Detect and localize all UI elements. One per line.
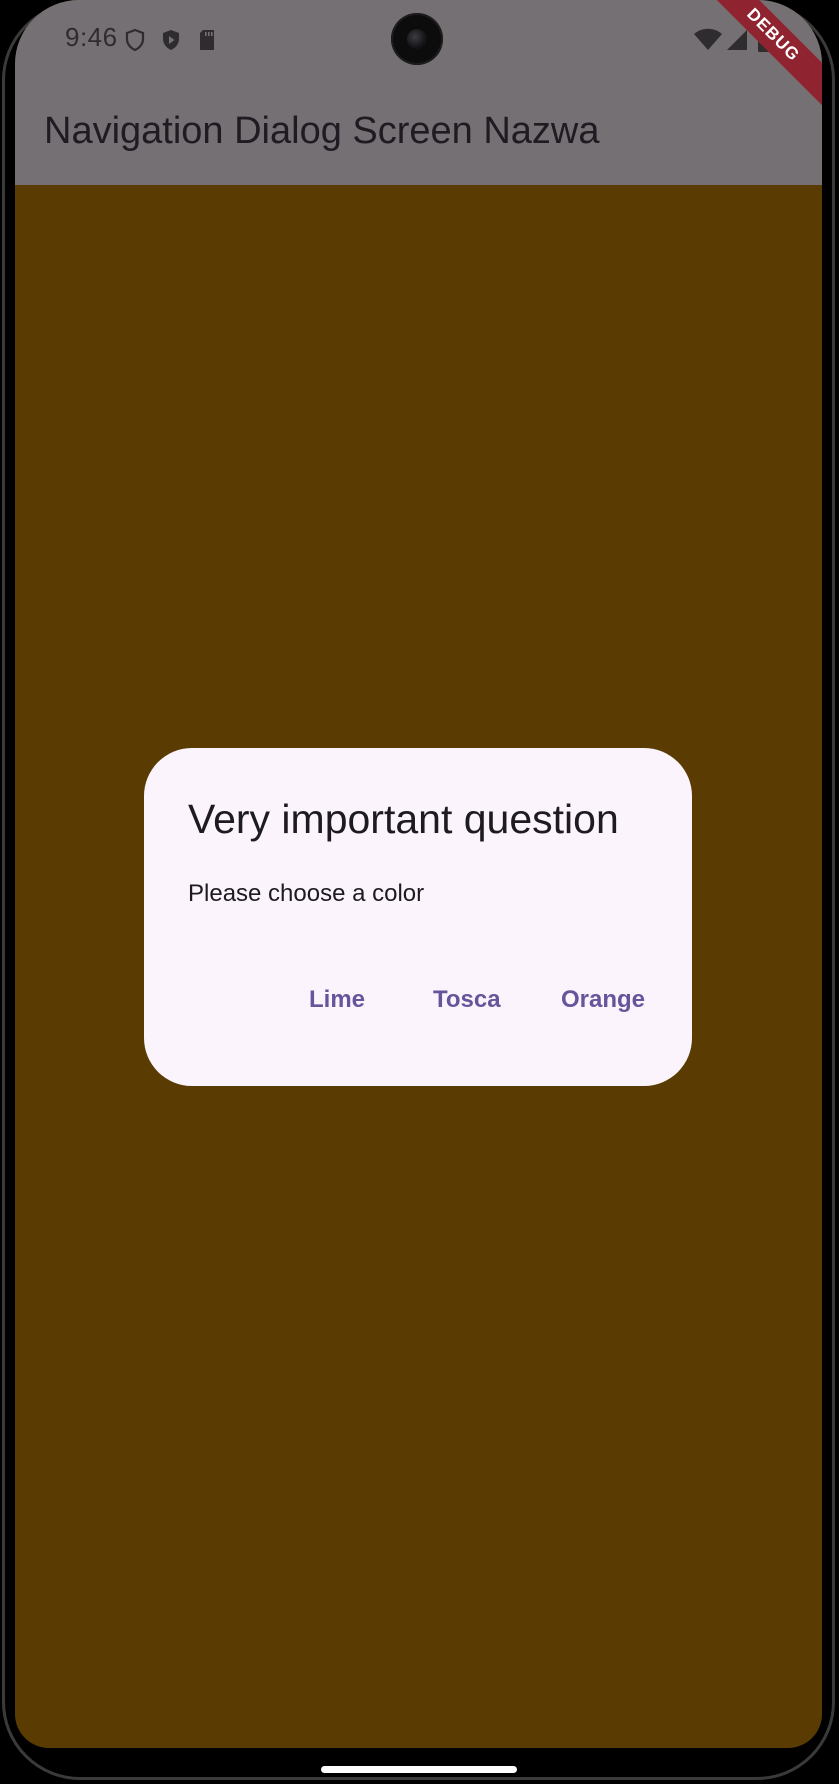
play-protect-icon [159,28,183,52]
tosca-button[interactable]: Tosca [433,980,501,1020]
app-screen: 9:46 Navigation Dialog Screen Nazwa DEBU… [15,0,822,1748]
wifi-icon [693,28,723,52]
phone-frame: 9:46 Navigation Dialog Screen Nazwa DEBU… [0,0,839,1784]
sd-card-icon [195,28,219,52]
alert-dialog: Very important question Please choose a … [144,748,692,1086]
front-camera [391,13,443,65]
status-bar: 9:46 [15,0,822,80]
dialog-content: Please choose a color [188,880,425,907]
lime-button[interactable]: Lime [309,980,365,1020]
shield-icon [123,28,147,52]
home-gesture-bar[interactable] [321,1766,517,1773]
page-title: Navigation Dialog Screen Nazwa [44,110,600,152]
app-bar: 9:46 Navigation Dialog Screen Nazwa [15,0,822,185]
cell-signal-icon [725,28,749,52]
dialog-title: Very important question [188,796,619,842]
orange-button[interactable]: Orange [561,980,645,1020]
camera-lens [407,29,427,49]
status-time: 9:46 [65,22,118,52]
